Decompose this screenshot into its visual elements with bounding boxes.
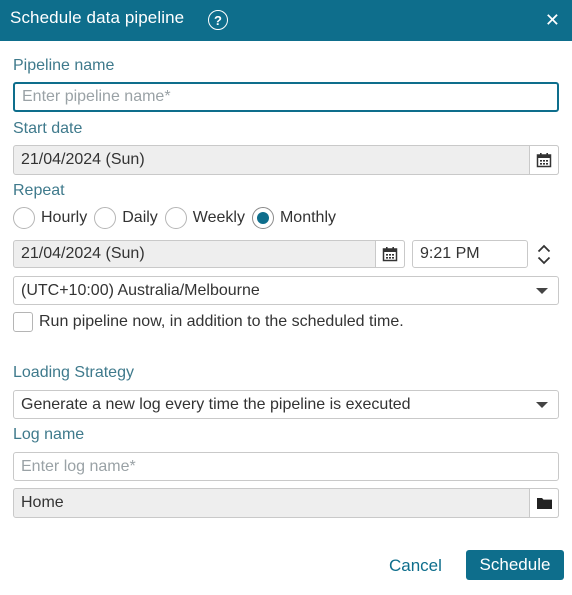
log-location-field[interactable]: Home xyxy=(13,488,559,518)
radio-circle xyxy=(13,207,35,229)
cancel-button[interactable]: Cancel xyxy=(389,556,442,576)
repeat-radio-group: Hourly Daily Weekly Monthly xyxy=(13,206,343,230)
chevron-down-icon xyxy=(537,256,551,264)
log-name-input[interactable] xyxy=(13,452,559,481)
start-date-label: Start date xyxy=(13,120,83,137)
loading-strategy-select[interactable]: Generate a new log every time the pipeli… xyxy=(13,390,559,419)
radio-label: Daily xyxy=(122,209,158,226)
schedule-pipeline-dialog: Schedule data pipeline ? ✕ Pipeline name… xyxy=(0,0,572,595)
radio-label: Hourly xyxy=(41,209,88,226)
radio-hourly[interactable]: Hourly xyxy=(13,207,87,229)
timezone-select[interactable]: (UTC+10:00) Australia/Melbourne xyxy=(13,276,559,305)
folder-icon[interactable] xyxy=(529,488,559,518)
chevron-down-icon xyxy=(536,401,548,408)
repeat-time-field[interactable]: 9:21 PM xyxy=(412,240,528,268)
run-now-checkbox[interactable] xyxy=(13,312,33,332)
repeat-time-value: 9:21 PM xyxy=(420,245,480,262)
pipeline-name-input[interactable] xyxy=(13,82,559,112)
radio-daily[interactable]: Daily xyxy=(94,207,158,229)
time-stepper[interactable] xyxy=(530,240,558,268)
radio-monthly[interactable]: Monthly xyxy=(251,207,336,229)
calendar-icon[interactable] xyxy=(375,240,405,268)
radio-label: Monthly xyxy=(279,209,336,226)
calendar-icon[interactable] xyxy=(529,145,559,175)
dialog-titlebar: Schedule data pipeline ? ✕ xyxy=(0,0,572,41)
radio-circle xyxy=(94,207,117,229)
chevron-down-icon xyxy=(536,287,548,294)
radio-circle-checked xyxy=(251,207,274,229)
log-name-label: Log name xyxy=(13,426,85,443)
loading-strategy-label: Loading Strategy xyxy=(13,364,134,381)
run-now-label: Run pipeline now, in addition to the sch… xyxy=(39,313,404,330)
run-now-row[interactable]: Run pipeline now, in addition to the sch… xyxy=(13,312,404,332)
radio-label: Weekly xyxy=(192,209,245,226)
log-location-value: Home xyxy=(21,494,64,511)
loading-strategy-value: Generate a new log every time the pipeli… xyxy=(21,395,411,413)
start-date-field[interactable]: 21/04/2024 (Sun) xyxy=(13,145,559,175)
dialog-title: Schedule data pipeline xyxy=(10,8,185,27)
repeat-date-field[interactable]: 21/04/2024 (Sun) xyxy=(13,240,405,268)
radio-circle xyxy=(164,207,187,229)
pipeline-name-label: Pipeline name xyxy=(13,57,115,74)
chevron-up-icon xyxy=(537,244,551,252)
radio-weekly[interactable]: Weekly xyxy=(164,207,245,229)
timezone-value: (UTC+10:00) Australia/Melbourne xyxy=(21,281,260,299)
repeat-date-value: 21/04/2024 (Sun) xyxy=(21,245,145,262)
repeat-label: Repeat xyxy=(13,182,65,199)
question-circle-icon[interactable]: ? xyxy=(208,10,228,30)
close-icon[interactable]: ✕ xyxy=(545,10,560,30)
schedule-button[interactable]: Schedule xyxy=(466,550,564,580)
start-date-value: 21/04/2024 (Sun) xyxy=(21,151,145,168)
